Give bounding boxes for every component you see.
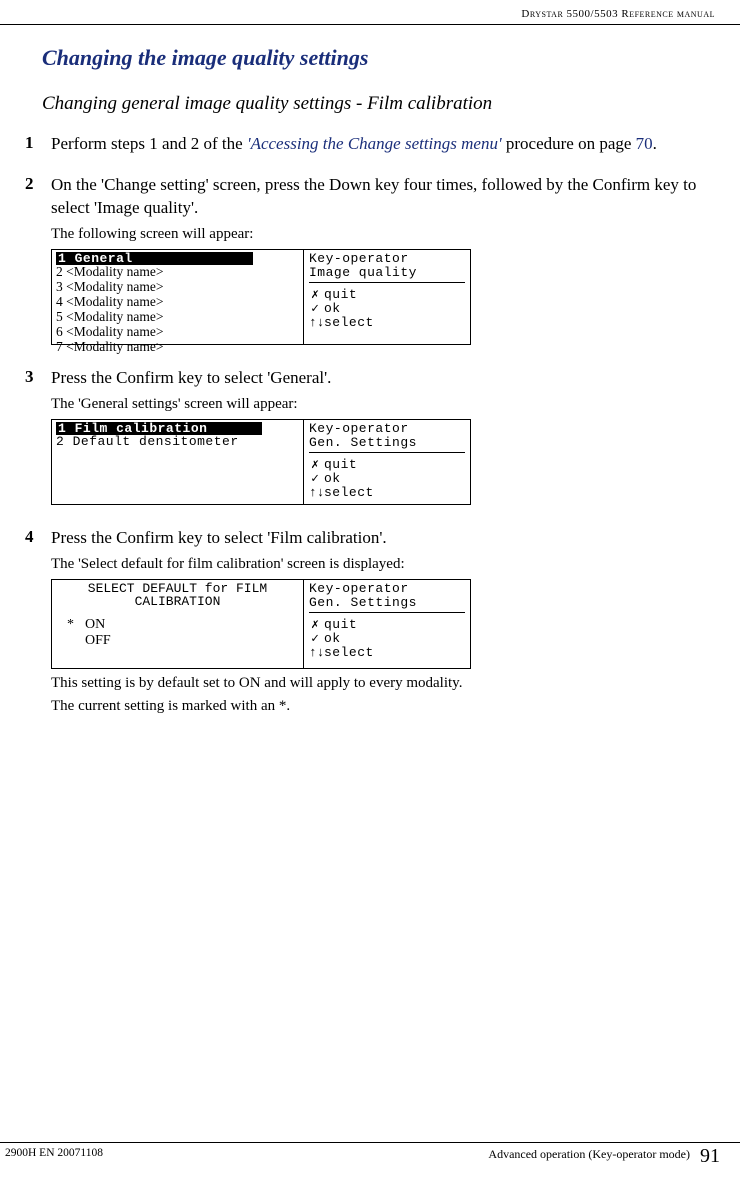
menu-quit: quit — [324, 288, 357, 302]
doc-title: Drystar 5500/5503 Reference manual — [521, 8, 715, 20]
x-icon: ✗ — [309, 458, 321, 472]
step-subtext: The 'General settings' screen will appea… — [51, 396, 705, 413]
menu-select: select — [324, 646, 374, 660]
menu-ok: ok — [324, 632, 341, 646]
footer-doc-id: 2900H EN 20071108 — [5, 1147, 103, 1159]
option-off: OFF — [85, 633, 111, 649]
page-footer: 2900H EN 20071108 Advanced operation (Ke… — [0, 1142, 740, 1168]
screen-item: 6 <Modality name> — [56, 325, 299, 340]
screen-item: 2 Default densitometer — [56, 435, 299, 449]
step-number: 2 — [25, 174, 43, 349]
step-text: On the 'Change setting' screen, press th… — [51, 174, 705, 220]
text-mid: procedure on page — [502, 134, 636, 153]
unselected-marker — [67, 633, 85, 649]
updown-icon: ↑↓ — [309, 646, 321, 660]
step-text: Press the Confirm key to select 'Film ca… — [51, 527, 705, 550]
step-note1: This setting is by default set to ON and… — [51, 675, 705, 692]
check-icon: ✓ — [309, 472, 321, 486]
screen-item: 4 <Modality name> — [56, 295, 299, 310]
footer-section: Advanced operation (Key-operator mode) — [488, 1147, 690, 1162]
screen-selected-item: 1 Film calibration — [56, 422, 262, 436]
screen-selected-item: 1 General — [56, 252, 253, 266]
screen-film-calibration: SELECT DEFAULT for FILM CALIBRATION * ON… — [51, 579, 471, 669]
x-icon: ✗ — [309, 288, 321, 302]
step-text: Perform steps 1 and 2 of the 'Accessing … — [51, 133, 705, 156]
screen-right-title2: Gen. Settings — [309, 436, 465, 450]
page-content: Changing the image quality settings Chan… — [0, 45, 740, 721]
check-icon: ✓ — [309, 302, 321, 316]
step-note2: The current setting is marked with an *. — [51, 698, 705, 715]
footer-page-number: 91 — [700, 1145, 720, 1168]
screen-right-title1: Key-operator — [309, 582, 465, 596]
screen-right-title1: Key-operator — [309, 422, 465, 436]
screen-item: 2 <Modality name> — [56, 265, 299, 280]
menu-select: select — [324, 486, 374, 500]
step-3: 3 Press the Confirm key to select 'Gener… — [30, 367, 705, 509]
screen3-title2: CALIBRATION — [52, 595, 303, 609]
subsection-title: Changing general image quality settings … — [42, 93, 705, 115]
screen-right-title1: Key-operator — [309, 252, 465, 266]
text-suffix: . — [653, 134, 657, 153]
step-2: 2 On the 'Change setting' screen, press … — [30, 174, 705, 349]
screen3-title1: SELECT DEFAULT for FILM — [52, 582, 303, 596]
section-title: Changing the image quality settings — [42, 45, 705, 71]
step-4: 4 Press the Confirm key to select 'Film … — [30, 527, 705, 721]
menu-quit: quit — [324, 618, 357, 632]
step-subtext: The 'Select default for film calibration… — [51, 556, 705, 573]
screen-item: 5 <Modality name> — [56, 310, 299, 325]
menu-select: select — [324, 316, 374, 330]
link-page[interactable]: 70 — [636, 134, 653, 153]
screen-right-title2: Image quality — [309, 266, 465, 280]
menu-ok: ok — [324, 302, 341, 316]
screen-item: 3 <Modality name> — [56, 280, 299, 295]
step-1: 1 Perform steps 1 and 2 of the 'Accessin… — [30, 133, 705, 156]
option-on: ON — [85, 617, 105, 633]
screen-right-title2: Gen. Settings — [309, 596, 465, 610]
x-icon: ✗ — [309, 618, 321, 632]
page-header: Drystar 5500/5503 Reference manual — [0, 0, 740, 25]
screen-image-quality: 1 General 2 <Modality name> 3 <Modality … — [51, 249, 471, 345]
menu-quit: quit — [324, 458, 357, 472]
step-subtext: The following screen will appear: — [51, 226, 705, 243]
step-number: 4 — [25, 527, 43, 721]
updown-icon: ↑↓ — [309, 486, 321, 500]
screen-general-settings: 1 Film calibration 2 Default densitomete… — [51, 419, 471, 505]
step-number: 3 — [25, 367, 43, 509]
step-number: 1 — [25, 133, 43, 156]
step-text: Press the Confirm key to select 'General… — [51, 367, 705, 390]
selected-marker: * — [67, 617, 85, 633]
screen-item: 7 <Modality name> — [56, 340, 299, 355]
text-prefix: Perform steps 1 and 2 of the — [51, 134, 247, 153]
menu-ok: ok — [324, 472, 341, 486]
link-procedure[interactable]: 'Accessing the Change settings menu' — [247, 134, 502, 153]
updown-icon: ↑↓ — [309, 316, 321, 330]
check-icon: ✓ — [309, 632, 321, 646]
